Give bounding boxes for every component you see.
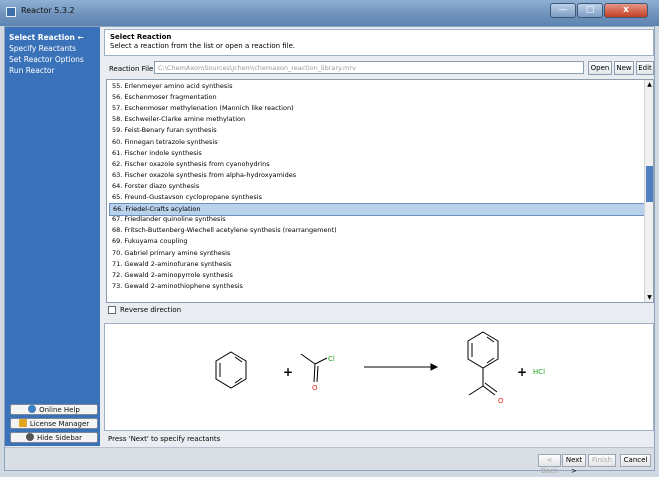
reaction-list-item[interactable]: 64. Forster diazo synthesis <box>109 181 646 192</box>
sidebar <box>5 27 100 446</box>
reaction-list-item[interactable]: 60. Finnegan tetrazole synthesis <box>109 137 646 148</box>
reverse-direction-checkbox[interactable] <box>108 306 116 314</box>
reaction-scheme: + Cl O O + HCl <box>215 331 545 405</box>
next-button[interactable]: Next > <box>562 454 586 475</box>
sidebar-step-specify-reactants[interactable]: Specify Reactants <box>9 44 76 53</box>
scroll-thumb[interactable] <box>646 166 653 202</box>
license-manager-button[interactable]: License Manager <box>10 418 98 429</box>
reaction-list-item[interactable]: 69. Fukuyama coupling <box>109 236 646 247</box>
reaction-preview: + Cl O O + HCl <box>104 323 654 431</box>
plus-sign-1: + <box>283 365 293 379</box>
reaction-list-item[interactable]: 58. Eschweiler-Clarke amine methylation <box>109 114 646 125</box>
reaction-list-item[interactable]: 72. Gewald 2-aminopyrrole synthesis <box>109 270 646 281</box>
chlorine-label: Cl <box>328 355 335 363</box>
edit-button[interactable]: Edit <box>636 61 654 75</box>
open-button[interactable]: Open <box>588 61 612 75</box>
reaction-list-item[interactable]: 62. Fischer oxazole synthesis from cyano… <box>109 159 646 170</box>
reaction-list[interactable]: 55. Erlenmeyer amino acid synthesis 56. E… <box>106 79 654 303</box>
back-arrow-icon <box>26 433 35 441</box>
reaction-list-item[interactable]: 63. Fischer oxazole synthesis from alpha… <box>109 170 646 181</box>
window-title: Reactor 5.3.2 <box>21 6 75 15</box>
reaction-list-item[interactable]: 68. Fritsch-Buttenberg-Wiechell acetylen… <box>109 225 646 236</box>
reaction-list-item[interactable]: 61. Fischer indole synthesis <box>109 148 646 159</box>
acetyl-chloride-molecule <box>300 353 328 383</box>
sidebar-step-run-reactor[interactable]: Run Reactor <box>9 66 55 75</box>
hcl-label: HCl <box>533 368 545 376</box>
acetophenone-molecule <box>467 331 499 396</box>
cancel-button[interactable]: Cancel <box>620 454 651 467</box>
list-scrollbar[interactable]: ▲ ▼ <box>644 80 653 302</box>
reaction-file-label: Reaction File: <box>109 65 156 73</box>
oxygen-label-product: O <box>498 397 504 405</box>
oxygen-label-reactant: O <box>312 384 318 392</box>
reaction-list-item[interactable]: 59. Feist-Benary furan synthesis <box>109 125 646 136</box>
reaction-list-item[interactable]: 57. Eschenmoser methylenation (Mannich l… <box>109 103 646 114</box>
key-icon <box>18 419 27 427</box>
finish-button[interactable]: Finish <box>588 454 616 467</box>
scroll-up-icon[interactable]: ▲ <box>645 80 654 89</box>
new-button[interactable]: New <box>614 61 634 75</box>
sidebar-step-set-reactor-options[interactable]: Set Reactor Options <box>9 55 84 64</box>
maximize-button[interactable]: □ <box>577 3 603 18</box>
plus-sign-2: + <box>517 365 527 379</box>
back-button[interactable]: < Back <box>538 454 561 475</box>
app-icon <box>6 7 16 17</box>
reaction-list-item[interactable]: 71. Gewald 2-aminofurane synthesis <box>109 259 646 270</box>
reaction-arrow <box>364 363 439 371</box>
benzene-molecule <box>215 351 247 389</box>
help-icon <box>28 405 37 413</box>
step-description: Select a reaction from the list or open … <box>110 42 296 50</box>
step-header: Select Reaction Select a reaction from t… <box>104 29 654 56</box>
reaction-file-field[interactable]: C:\ChemAxon\Sources\jchem\chemaxon_react… <box>154 61 584 74</box>
step-title: Select Reaction <box>110 33 172 41</box>
sidebar-step-select-reaction[interactable]: Select Reaction ← <box>9 33 84 42</box>
minimize-button[interactable]: — <box>550 3 576 18</box>
reaction-list-item[interactable]: 70. Gabriel primary amine synthesis <box>109 248 646 259</box>
reaction-list-item[interactable]: 55. Erlenmeyer amino acid synthesis <box>109 81 646 92</box>
reaction-list-item[interactable]: 73. Gewald 2-aminothiophene synthesis <box>109 281 646 292</box>
scroll-down-icon[interactable]: ▼ <box>645 293 654 302</box>
reaction-list-item[interactable]: 65. Freund-Gustavson cyclopropane synthe… <box>109 192 646 203</box>
hide-sidebar-button[interactable]: Hide Sidebar <box>10 432 98 443</box>
reverse-direction-label: Reverse direction <box>120 306 182 314</box>
reaction-list-item[interactable]: 67. Friedlander quinoline synthesis <box>109 214 646 225</box>
close-button[interactable]: x <box>604 3 648 18</box>
reaction-list-item[interactable]: 56. Eschenmoser fragmentation <box>109 92 646 103</box>
online-help-button[interactable]: Online Help <box>10 404 98 415</box>
status-message: Press 'Next' to specify reactants <box>108 435 221 443</box>
